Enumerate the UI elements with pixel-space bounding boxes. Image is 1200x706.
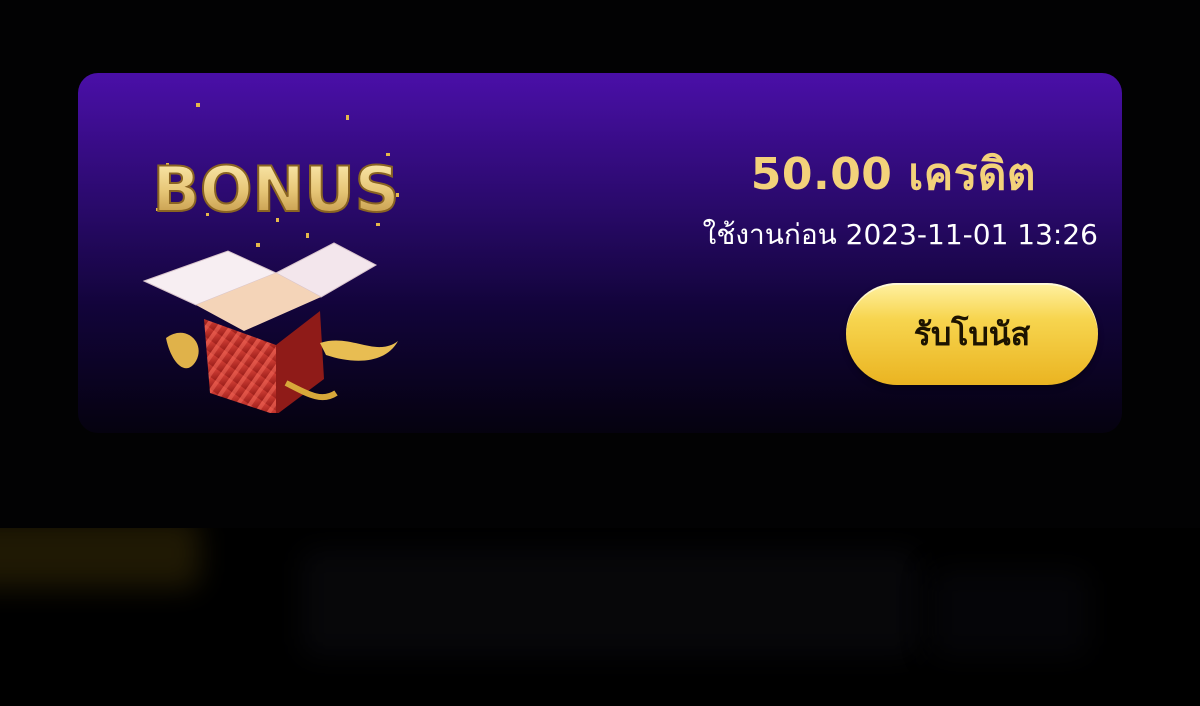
svg-text:BONUS: BONUS — [153, 153, 400, 226]
blurred-shape — [300, 548, 920, 658]
blurred-background-area — [0, 528, 1200, 706]
bonus-card: BONUS 50.00 เครดิต ใช้งานก่อน 2023-11-01… — [78, 73, 1122, 433]
bonus-gift-box-icon: BONUS — [142, 103, 400, 413]
claim-bonus-button[interactable]: รับโบนัส — [846, 283, 1098, 385]
bonus-expiry: ใช้งานก่อน 2023-11-01 13:26 — [702, 218, 1098, 251]
bonus-screen: BONUS 50.00 เครดิต ใช้งานก่อน 2023-11-01… — [0, 0, 1200, 706]
blurred-shape — [0, 528, 200, 588]
blurred-shape — [930, 568, 1090, 658]
bonus-amount: 50.00 เครดิต — [750, 149, 1036, 200]
